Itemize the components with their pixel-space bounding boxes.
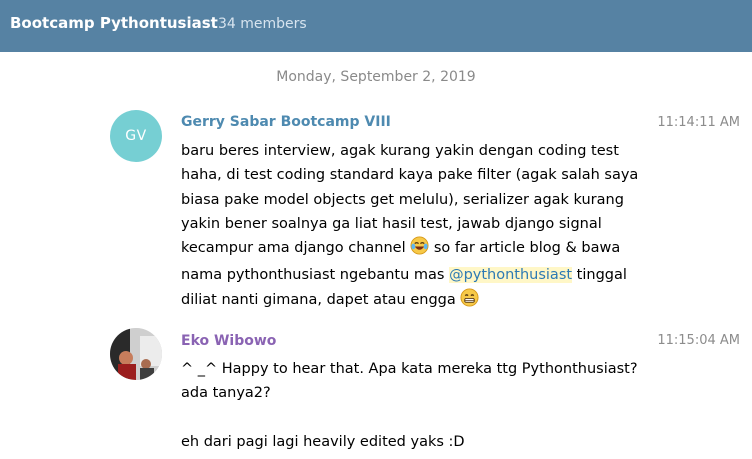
- message-line: eh dari pagi lagi heavily edited yaks :D: [181, 433, 465, 450]
- member-count[interactable]: 34 members: [218, 15, 307, 33]
- laughing-tears-emoji-icon: [410, 236, 429, 263]
- message-text: baru beres interview, agak kurang yakin …: [181, 139, 651, 315]
- avatar[interactable]: [110, 328, 162, 380]
- date-separator: Monday, September 2, 2019: [276, 69, 476, 85]
- user-mention-link[interactable]: @pythonthusiast: [449, 267, 573, 284]
- sender-name[interactable]: Eko Wibowo: [181, 332, 276, 350]
- avatar[interactable]: GV: [110, 110, 162, 162]
- message-timestamp: 11:15:04 AM: [657, 333, 740, 348]
- chat-header: Bootcamp Pythontusiast 34 members: [0, 0, 752, 52]
- message-timestamp: 11:14:11 AM: [657, 115, 740, 130]
- sender-name[interactable]: Gerry Sabar Bootcamp VIII: [181, 113, 391, 131]
- chat-title[interactable]: Bootcamp Pythontusiast: [10, 14, 218, 32]
- grinning-emoji-icon: [460, 288, 479, 315]
- message-line: ^ _^ Happy to hear that. Apa kata mereka…: [181, 361, 638, 402]
- message-text: ^ _^ Happy to hear that. Apa kata mereka…: [181, 357, 651, 454]
